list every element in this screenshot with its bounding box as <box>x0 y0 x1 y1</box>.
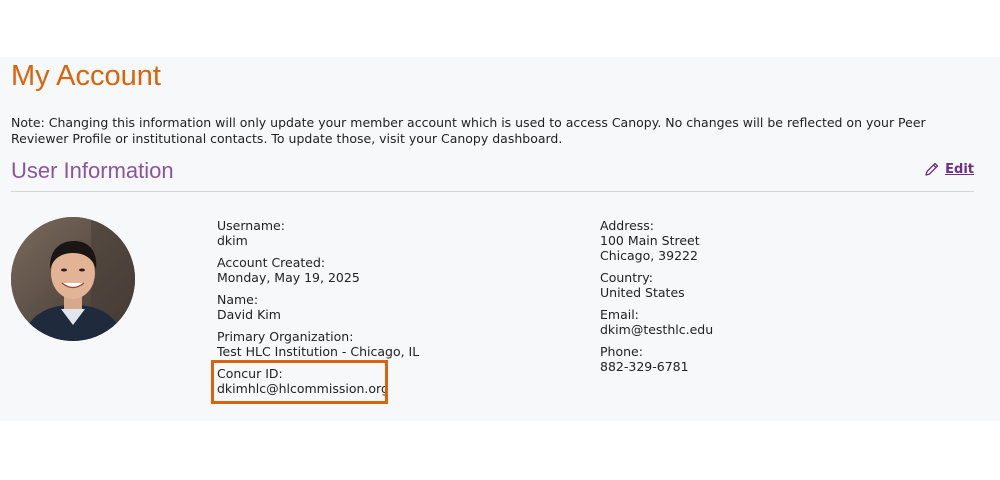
username-field: Username: dkim <box>217 218 419 248</box>
field-label: Country: <box>600 270 653 285</box>
field-label: Email: <box>600 307 639 322</box>
section-divider <box>11 191 974 192</box>
field-label: Address: <box>600 218 654 233</box>
pencil-icon <box>924 161 940 177</box>
email-field: Email: dkim@testhlc.edu <box>600 307 713 337</box>
field-label: Primary Organization: <box>217 329 354 344</box>
field-value: David Kim <box>217 307 281 322</box>
phone-field: Phone: 882-329-6781 <box>600 344 713 374</box>
field-value: dkim <box>217 233 248 248</box>
primary-organization-field: Primary Organization: Test HLC Instituti… <box>217 329 419 359</box>
page-title: My Account <box>11 60 161 92</box>
country-field: Country: United States <box>600 270 713 300</box>
field-value: Test HLC Institution - Chicago, IL <box>217 344 420 359</box>
account-created-field: Account Created: Monday, May 19, 2025 <box>217 255 419 285</box>
info-note: Note: Changing this information will onl… <box>11 115 926 146</box>
field-value: dkim@testhlc.edu <box>600 322 714 337</box>
edit-label: Edit <box>945 161 974 177</box>
field-value: United States <box>600 285 685 300</box>
field-label: Username: <box>217 218 285 233</box>
field-value-line-2: Chicago, 39222 <box>600 248 698 263</box>
field-label: Phone: <box>600 344 643 359</box>
field-value: 100 Main Street <box>600 233 700 248</box>
concur-id-highlight-box <box>211 360 388 404</box>
field-value: 882-329-6781 <box>600 359 689 374</box>
section-title: User Information <box>11 158 174 183</box>
edit-link[interactable]: Edit <box>924 161 974 177</box>
field-label: Account Created: <box>217 255 326 270</box>
account-panel <box>0 57 1000 421</box>
name-field: Name: David Kim <box>217 292 419 322</box>
profile-photo <box>11 217 135 341</box>
field-label: Name: <box>217 292 259 307</box>
user-details-right: Address: 100 Main Street Chicago, 39222 … <box>600 218 713 381</box>
field-value: Monday, May 19, 2025 <box>217 270 360 285</box>
address-field: Address: 100 Main Street Chicago, 39222 <box>600 218 713 263</box>
